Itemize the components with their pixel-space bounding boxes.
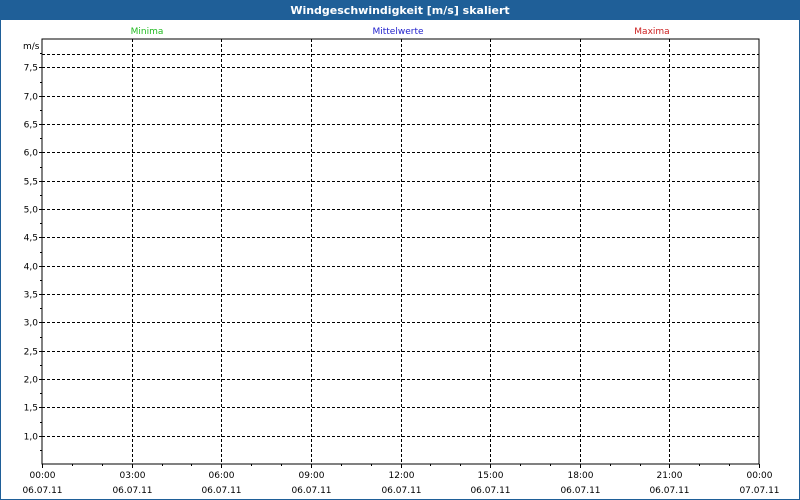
x-tick-date-label: 06.07.11 bbox=[560, 486, 600, 496]
y-tick-label: 3,0 bbox=[24, 319, 39, 329]
x-tick-time-label: 18:00 bbox=[568, 471, 594, 481]
legend-maxima: Maxima bbox=[634, 27, 669, 37]
x-tick-date-label: 07.07.11 bbox=[739, 486, 779, 496]
chart-window: Windgeschwindigkeit [m/s] skaliert 1,0 1,… bbox=[0, 0, 800, 500]
y-tick-label: 1,5 bbox=[24, 404, 38, 414]
x-tick-time-label: 12:00 bbox=[389, 471, 415, 481]
x-tick-date-label: 06.07.11 bbox=[291, 486, 331, 496]
y-tick-label: 3,5 bbox=[24, 291, 38, 301]
plot-frame bbox=[41, 38, 760, 465]
x-tick-time-label: 15:00 bbox=[478, 471, 504, 481]
y-tick-label: 4,5 bbox=[24, 234, 38, 244]
y-tick-label: 2,0 bbox=[24, 376, 39, 386]
y-tick-label: 6,5 bbox=[24, 121, 38, 131]
y-tick-label: 7,5 bbox=[24, 64, 38, 74]
x-tick-date-label: 06.07.11 bbox=[22, 486, 62, 496]
legend-mittelwerte: Mittelwerte bbox=[372, 27, 423, 37]
x-tick-date-label: 06.07.11 bbox=[649, 486, 689, 496]
y-tick-label: 7,0 bbox=[24, 93, 39, 103]
y-tick-label: 5,0 bbox=[24, 206, 39, 216]
x-tick-time-label: 00:00 bbox=[747, 471, 773, 481]
x-tick-time-label: 09:00 bbox=[299, 471, 325, 481]
y-axis-unit: m/s bbox=[23, 42, 40, 52]
x-tick-date-label: 06.07.11 bbox=[201, 486, 241, 496]
x-tick-date-label: 06.07.11 bbox=[112, 486, 152, 496]
y-tick-label: 4,0 bbox=[24, 263, 39, 273]
x-tick-time-label: 03:00 bbox=[120, 471, 146, 481]
x-tick-date-label: 06.07.11 bbox=[381, 486, 421, 496]
x-tick-time-label: 21:00 bbox=[657, 471, 683, 481]
y-tick-label: 5,5 bbox=[24, 178, 38, 188]
y-tick-label: 1,0 bbox=[24, 433, 39, 443]
y-tick-label: 6,0 bbox=[24, 149, 39, 159]
y-tick-label: 2,5 bbox=[24, 348, 38, 358]
x-tick-time-label: 06:00 bbox=[209, 471, 235, 481]
legend-minima: Minima bbox=[131, 27, 164, 37]
x-tick-time-label: 00:00 bbox=[30, 471, 56, 481]
x-tick-date-label: 06.07.11 bbox=[470, 486, 510, 496]
chart-canvas: 1,0 1,5 2,0 2,5 3,0 3,5 4,0 4,5 5,0 5,5 6,0 6,5 7,0 7… bbox=[22, 27, 779, 496]
